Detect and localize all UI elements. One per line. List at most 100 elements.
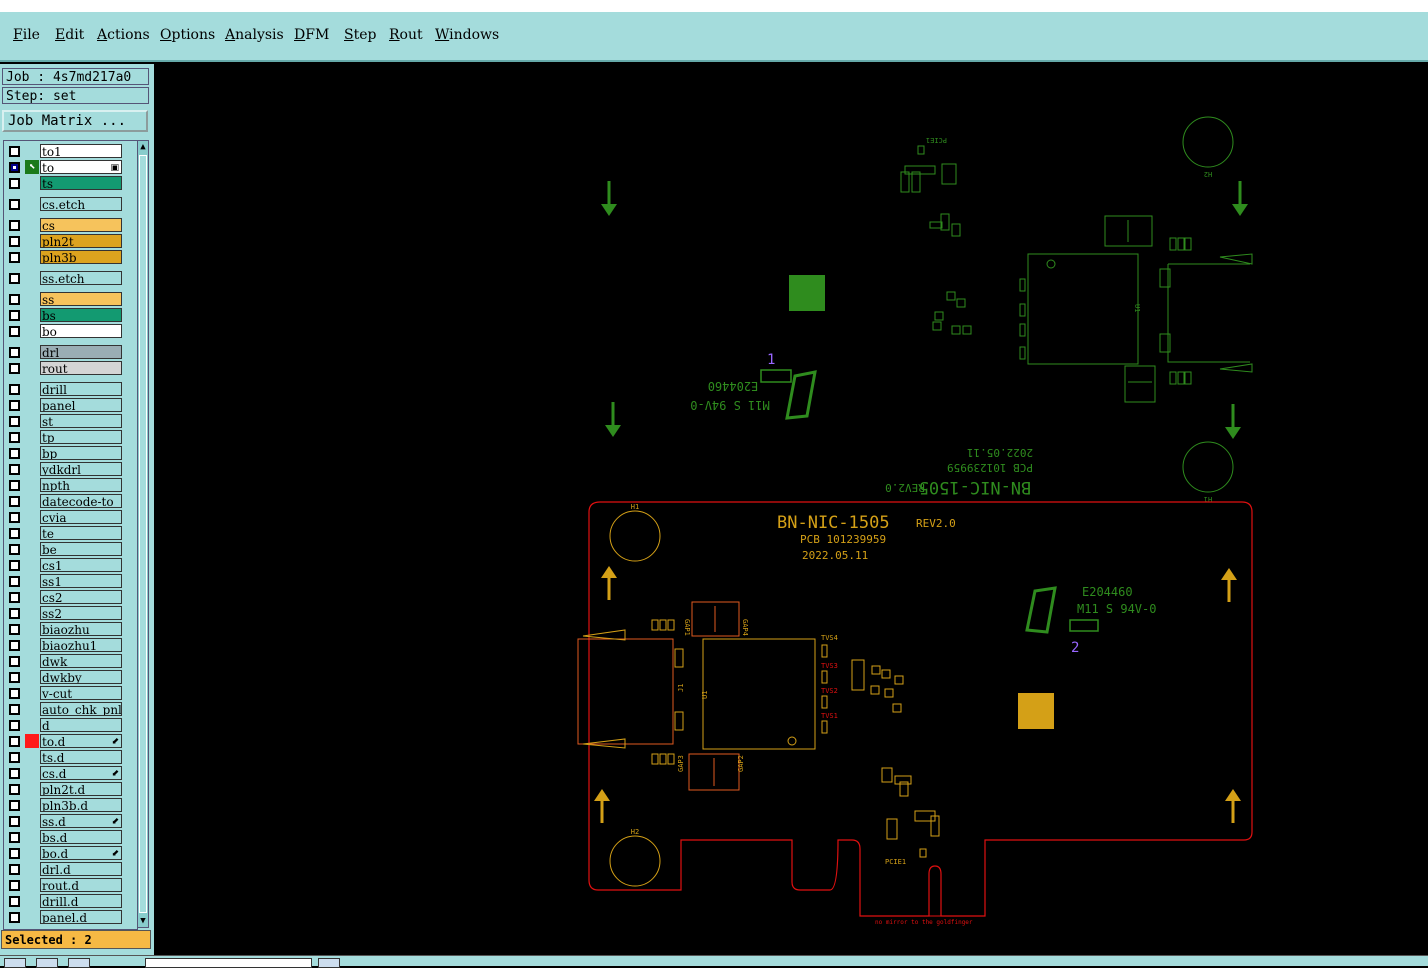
menu-step[interactable]: Step [344, 27, 376, 43]
layer-checkbox[interactable] [9, 592, 20, 603]
layer-row[interactable]: to1 [4, 143, 137, 159]
layer-checkbox[interactable] [9, 912, 20, 923]
layer-name[interactable]: st [40, 414, 122, 428]
layer-row[interactable]: bo.d ⬋ [4, 845, 137, 861]
layer-name[interactable]: dwk [40, 654, 122, 668]
layer-row[interactable]: rout.d [4, 877, 137, 893]
layer-row[interactable]: to.d ⬋ [4, 733, 137, 749]
layer-checkbox[interactable] [9, 832, 20, 843]
layer-name[interactable]: dwkby [40, 670, 122, 684]
layer-checkbox[interactable] [9, 326, 20, 337]
layer-row[interactable]: cs [4, 217, 137, 233]
layer-checkbox[interactable] [9, 896, 20, 907]
layer-checkbox[interactable] [9, 220, 20, 231]
layer-checkbox[interactable] [9, 864, 20, 875]
layer-name[interactable]: biaozhu [40, 622, 122, 636]
layer-checkbox[interactable] [9, 608, 20, 619]
layer-name[interactable]: biaozhu1 [40, 638, 122, 652]
layer-row[interactable]: drl [4, 344, 137, 360]
layer-row[interactable]: cs1 [4, 557, 137, 573]
layer-name[interactable]: bp [40, 446, 122, 460]
layer-checkbox[interactable] [9, 736, 20, 747]
layer-checkbox[interactable] [9, 848, 20, 859]
layer-row[interactable]: pln3b [4, 249, 137, 265]
layer-row[interactable]: pln3b.d [4, 797, 137, 813]
layer-row[interactable]: ss [4, 291, 137, 307]
layer-name[interactable]: cs [40, 218, 122, 232]
layer-list[interactable]: to1 ⬉ to ▣ ts cs.etch cs pln2t pln3b ss.etch ss bs b… [3, 140, 138, 930]
layer-name[interactable]: ss.d ⬋ [40, 814, 122, 828]
layer-checkbox[interactable] [9, 146, 20, 157]
layer-name[interactable]: cs.etch [40, 197, 122, 211]
layer-name[interactable]: pln2t.d [40, 782, 122, 796]
layer-row[interactable]: ts.d [4, 749, 137, 765]
layer-name[interactable]: panel [40, 398, 122, 412]
layer-checkbox[interactable] [9, 432, 20, 443]
layer-row[interactable]: pln2t [4, 233, 137, 249]
layer-row[interactable]: panel.d [4, 909, 137, 925]
layer-checkbox[interactable] [9, 672, 20, 683]
bottom-input-field[interactable] [145, 958, 312, 968]
layer-checkbox[interactable] [9, 464, 20, 475]
layer-name[interactable]: ts [40, 176, 122, 190]
layer-checkbox[interactable] [9, 496, 20, 507]
layer-name[interactable]: pln3b [40, 250, 122, 264]
layer-name[interactable]: ss2 [40, 606, 122, 620]
layer-checkbox[interactable] [9, 162, 20, 173]
bottom-button-2[interactable] [36, 958, 58, 968]
layer-name[interactable]: ss.etch [40, 271, 122, 285]
job-matrix-button[interactable]: Job Matrix ... [2, 110, 148, 132]
menu-windows[interactable]: Windows [435, 27, 499, 43]
layer-checkbox[interactable] [9, 528, 20, 539]
layer-checkbox[interactable] [9, 560, 20, 571]
layer-checkbox[interactable] [9, 512, 20, 523]
graphics-canvas[interactable]: H2 H1 PCIE1 U1 M11 S 94V-0 E204460 1 BN-… [155, 64, 1428, 955]
layer-row[interactable]: dwk [4, 653, 137, 669]
layer-name[interactable]: drill.d [40, 894, 122, 908]
layer-row[interactable]: te [4, 525, 137, 541]
layer-checkbox[interactable] [9, 480, 20, 491]
menu-dfm[interactable]: DFM [294, 27, 329, 43]
layer-row[interactable]: ss.d ⬋ [4, 813, 137, 829]
layer-row[interactable]: cs.etch [4, 196, 137, 212]
menu-edit[interactable]: Edit [55, 27, 84, 43]
layer-name[interactable]: cvia [40, 510, 122, 524]
layer-name[interactable]: drl [40, 345, 122, 359]
layer-name[interactable]: v-cut [40, 686, 122, 700]
layer-row[interactable]: bp [4, 445, 137, 461]
layer-name[interactable]: pln3b.d [40, 798, 122, 812]
layer-name[interactable]: rout.d [40, 878, 122, 892]
layer-row[interactable]: npth [4, 477, 137, 493]
layer-row[interactable]: biaozhu [4, 621, 137, 637]
layer-name[interactable]: to ▣ [40, 160, 122, 174]
layer-name[interactable]: cs2 [40, 590, 122, 604]
layer-row[interactable]: rout [4, 360, 137, 376]
layer-name[interactable]: tp [40, 430, 122, 444]
layer-name[interactable]: drill [40, 382, 122, 396]
layer-name[interactable]: auto_chk_pnl [40, 702, 122, 716]
bottom-button-3[interactable] [68, 958, 90, 968]
layer-checkbox[interactable] [9, 236, 20, 247]
layer-name[interactable]: bo.d ⬋ [40, 846, 122, 860]
layer-checkbox[interactable] [9, 784, 20, 795]
layer-row[interactable]: auto_chk_pnl [4, 701, 137, 717]
layer-checkbox[interactable] [9, 363, 20, 374]
layer-checkbox[interactable] [9, 273, 20, 284]
layer-checkbox[interactable] [9, 347, 20, 358]
scroll-thumb[interactable] [139, 155, 147, 913]
layer-checkbox[interactable] [9, 448, 20, 459]
layer-row[interactable]: panel [4, 397, 137, 413]
layer-row[interactable]: bs.d [4, 829, 137, 845]
layer-row[interactable]: ss2 [4, 605, 137, 621]
menu-file[interactable]: File [13, 27, 40, 43]
layer-row[interactable]: drill [4, 381, 137, 397]
layer-name[interactable]: pln2t [40, 234, 122, 248]
layer-name[interactable]: drl.d [40, 862, 122, 876]
layer-row[interactable]: ydkdrl [4, 461, 137, 477]
layer-row[interactable]: d [4, 717, 137, 733]
layer-name[interactable]: ts.d [40, 750, 122, 764]
scroll-down-icon[interactable]: ▼ [138, 915, 148, 927]
menu-options[interactable]: Options [160, 27, 215, 43]
layer-row[interactable]: ts [4, 175, 137, 191]
menu-rout[interactable]: Rout [389, 27, 423, 43]
